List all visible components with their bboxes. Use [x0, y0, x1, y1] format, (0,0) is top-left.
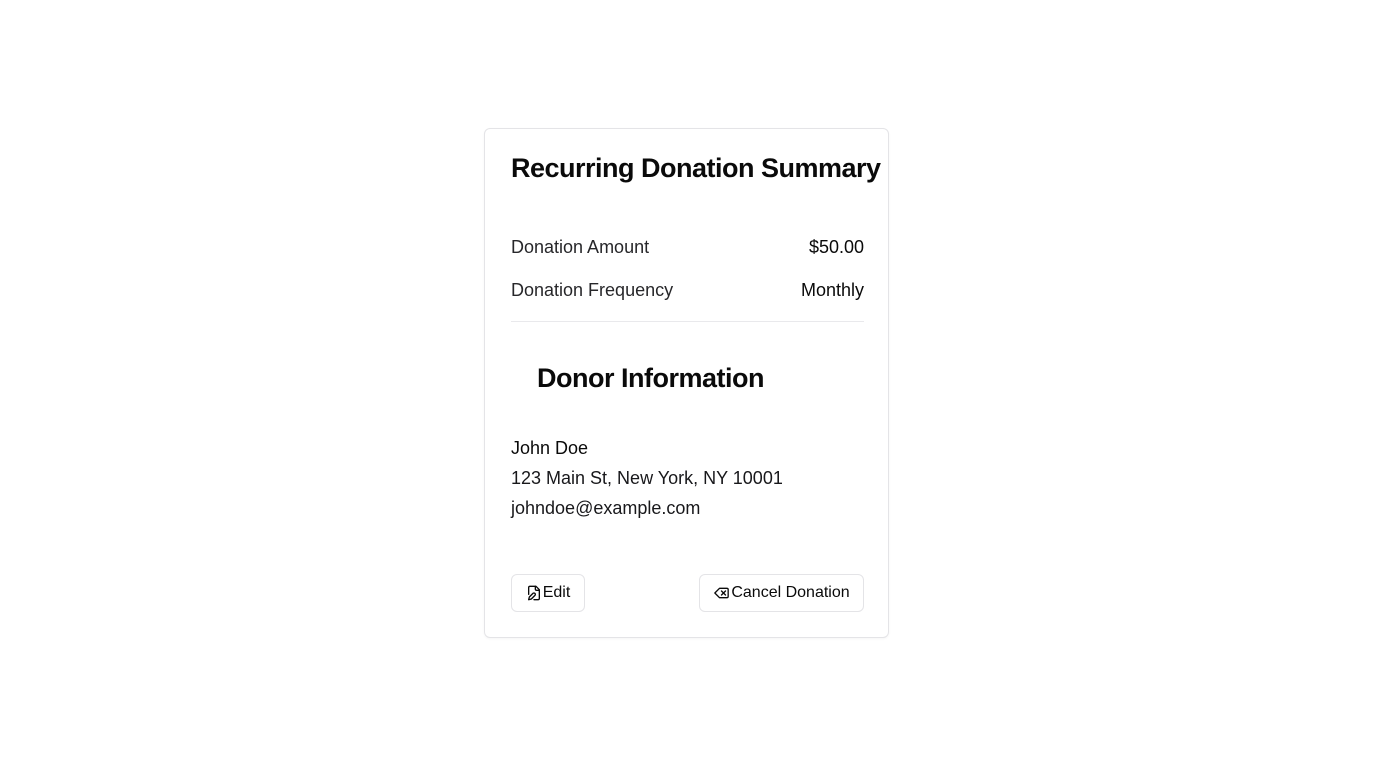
card-title: Recurring Donation Summary — [511, 153, 881, 183]
donation-frequency-label: Donation Frequency — [511, 279, 674, 300]
donation-frequency-value: Monthly — [800, 279, 864, 300]
section-divider — [511, 321, 864, 322]
donation-summary-card: Recurring Donation Summary Donation Amou… — [484, 128, 889, 638]
donor-name: John Doe — [511, 438, 589, 458]
cancel-donation-button[interactable]: Cancel Donation — [699, 574, 864, 612]
delete-backspace-icon — [713, 585, 730, 601]
donation-amount-label: Donation Amount — [511, 236, 650, 257]
donation-frequency-row: Donation Frequency Monthly — [511, 278, 864, 302]
cancel-donation-label: Cancel Donation — [731, 584, 850, 601]
edit-button-label: Edit — [542, 584, 571, 601]
donor-email: johndoe@example.com — [511, 498, 701, 518]
file-pen-icon — [526, 585, 542, 601]
donor-address: 123 Main St, New York, NY 10001 — [511, 468, 783, 488]
donation-amount-row: Donation Amount $50.00 — [511, 235, 864, 259]
donor-information-title: Donor Information — [537, 363, 764, 393]
edit-button[interactable]: Edit — [511, 574, 585, 612]
donation-amount-value: $50.00 — [808, 236, 864, 257]
